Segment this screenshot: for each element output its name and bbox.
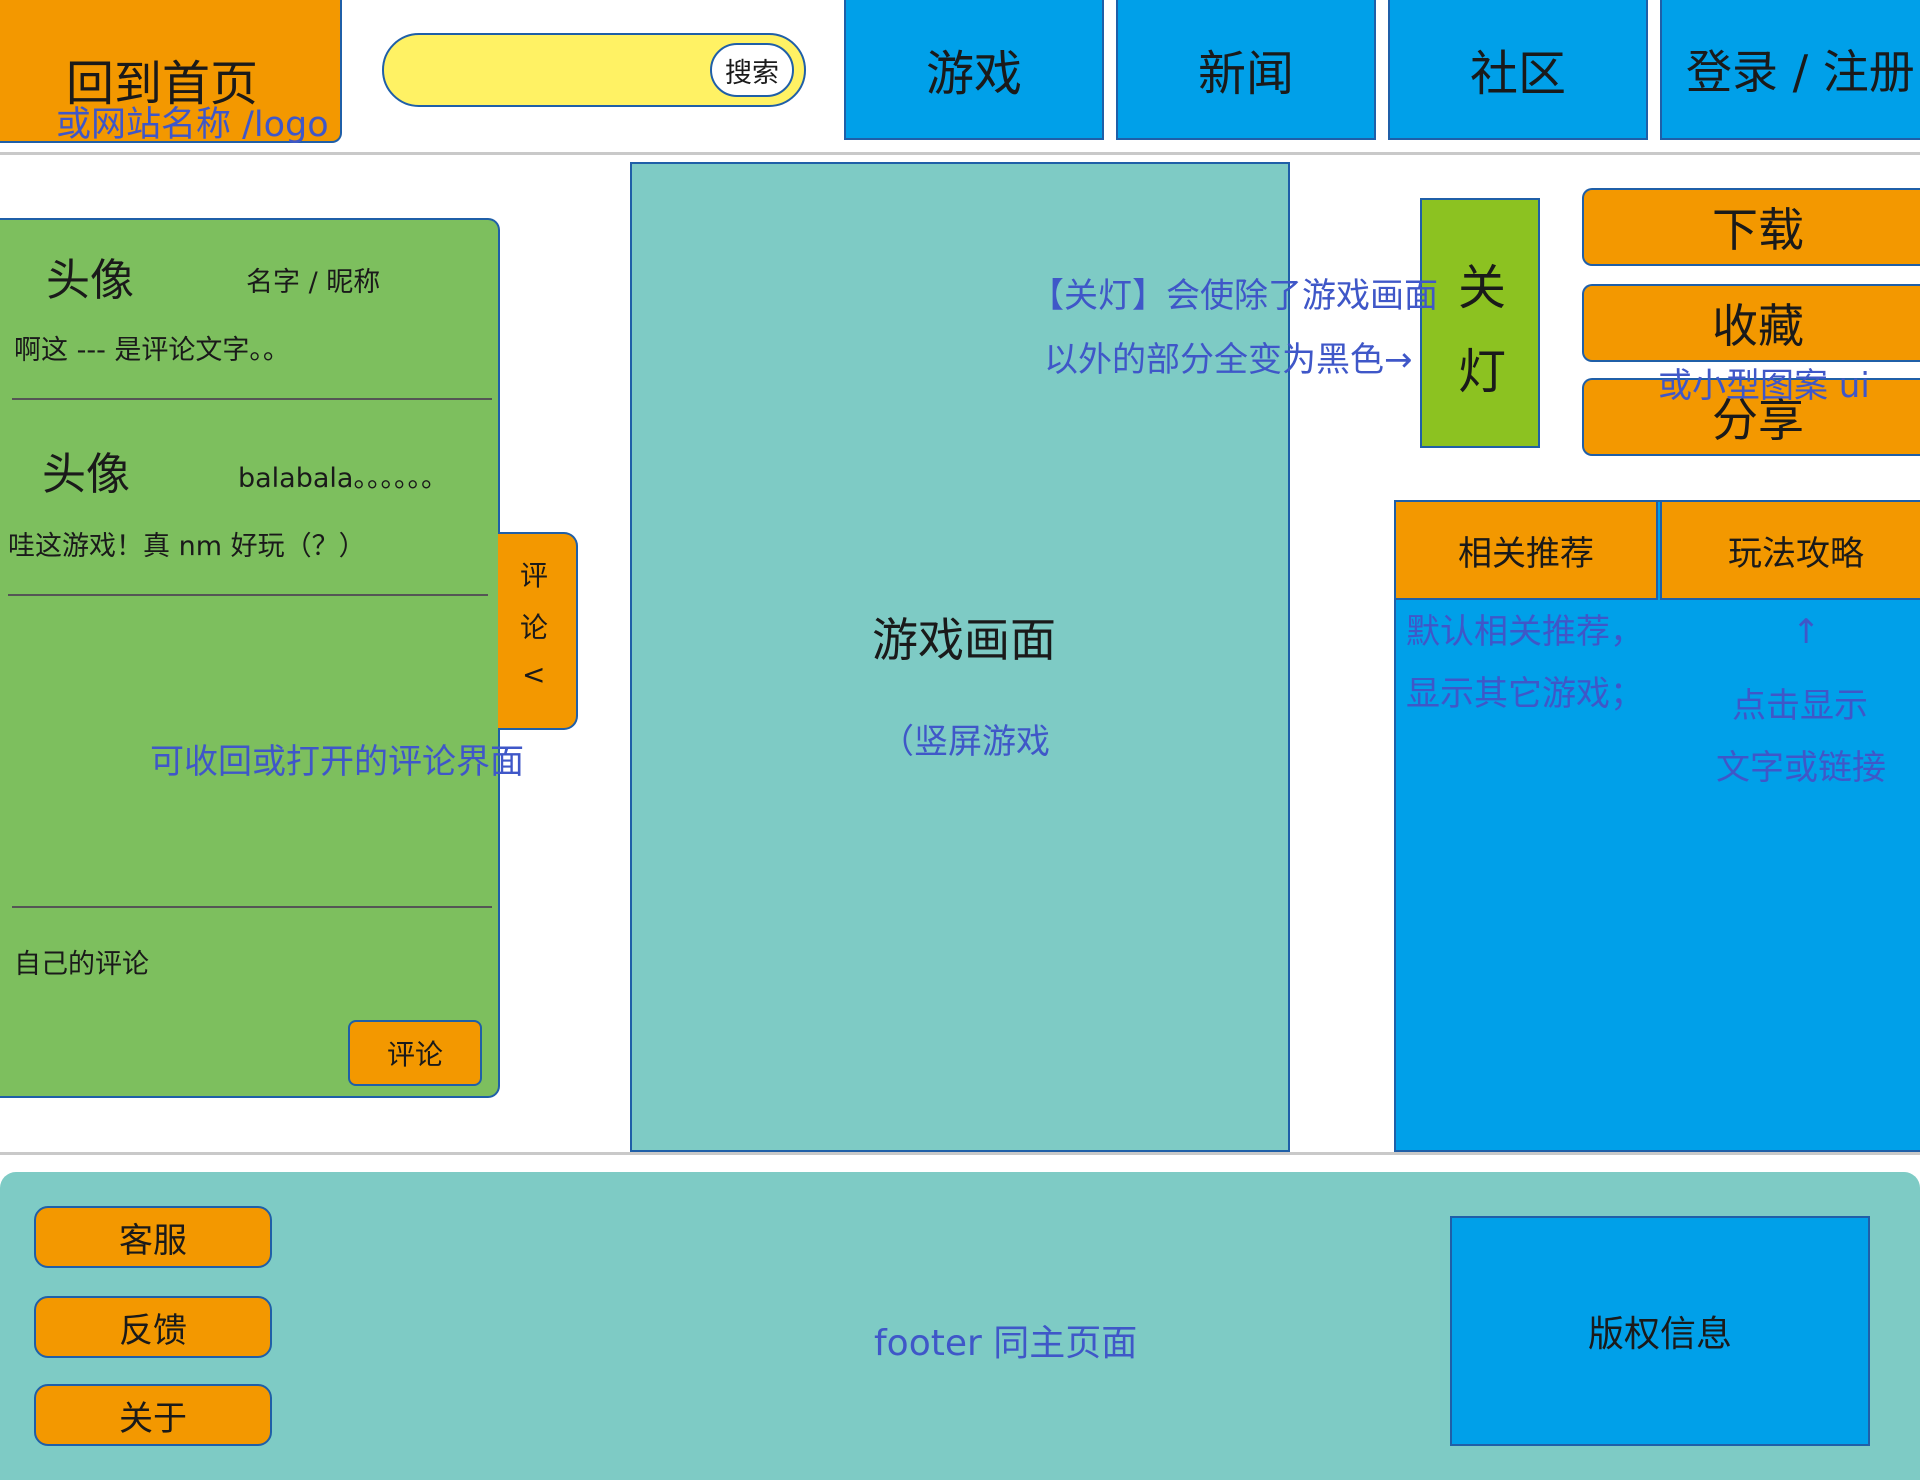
copyright-box: 版权信息 (1450, 1216, 1870, 1446)
comment-toggle-label: 评 (520, 559, 549, 592)
favorite-button[interactable]: 收藏 (1582, 284, 1920, 362)
chevron-left-icon: < (522, 658, 546, 691)
lights-off-note: 【关灯】会使除了游戏画面 (1030, 276, 1438, 316)
content-divider (0, 1152, 1920, 1155)
lights-off-label: 关 (1458, 260, 1507, 316)
avatar: 头像 (42, 449, 130, 500)
own-comment-label: 自己的评论 (14, 949, 149, 980)
footer-about-button[interactable]: 关于 (34, 1384, 272, 1446)
search-box: 搜索 (382, 33, 806, 107)
comment-toggle-button[interactable]: 评 论 < (498, 532, 578, 730)
lights-off-button[interactable]: 关 灯 (1420, 198, 1540, 448)
side-panel-note: 点击显示 (1732, 686, 1868, 726)
comment-text: 哇这游戏！真 nm 好玩（？） (8, 531, 366, 562)
comment-panel: 头像 名字 / 昵称 啊这 --- 是评论文字。。 头像 balabala。。。… (0, 218, 500, 1098)
arrow-up-icon: ↑ (1792, 612, 1821, 652)
footer-customer-service-button[interactable]: 客服 (34, 1206, 272, 1268)
side-panel-note: 显示其它游戏； (1406, 674, 1644, 714)
side-panel-note: 默认相关推荐， (1406, 612, 1644, 652)
footer-feedback-button[interactable]: 反馈 (34, 1296, 272, 1358)
game-title: 游戏画面 (872, 613, 1056, 667)
submit-comment-button[interactable]: 评论 (348, 1020, 482, 1086)
nav-community[interactable]: 社区 (1388, 0, 1648, 140)
search-input[interactable] (402, 45, 702, 95)
header-divider (0, 152, 1920, 155)
actions-note: 或小型图案 ui (1658, 366, 1870, 406)
game-subtitle: （竖屏游戏 (880, 722, 1050, 762)
comment-divider (8, 594, 488, 596)
comment-toggle-label: 论 (520, 611, 549, 644)
comment-divider (12, 398, 492, 400)
nav-login-register[interactable]: 登录 / 注册 (1660, 0, 1920, 140)
download-button[interactable]: 下载 (1582, 188, 1920, 266)
tab-guide[interactable]: 玩法攻略 (1660, 500, 1920, 600)
nav-news[interactable]: 新闻 (1116, 0, 1376, 140)
footer: 客服 反馈 关于 footer 同主页面 版权信息 (0, 1172, 1920, 1480)
avatar: 头像 (46, 255, 134, 306)
side-panel-note: 文字或链接 (1716, 748, 1886, 788)
lights-off-note: 以外的部分全变为黑色→ (1044, 340, 1413, 380)
nav-games[interactable]: 游戏 (844, 0, 1104, 140)
home-note: 或网站名称 /logo (56, 105, 329, 145)
home-button[interactable]: 回到首页 或网站名称 /logo (0, 0, 342, 145)
own-comment-divider (12, 906, 492, 908)
comment-text: 啊这 --- 是评论文字。。 (14, 335, 290, 366)
comment-panel-note: 可收回或打开的评论界面 (150, 742, 524, 782)
comment-author: balabala。。。。。。 (238, 463, 448, 494)
comment-author: 名字 / 昵称 (246, 267, 381, 298)
search-button[interactable]: 搜索 (710, 43, 794, 97)
footer-note: footer 同主页面 (874, 1323, 1138, 1364)
lights-off-label: 灯 (1458, 344, 1507, 400)
tab-related[interactable]: 相关推荐 (1394, 500, 1658, 600)
